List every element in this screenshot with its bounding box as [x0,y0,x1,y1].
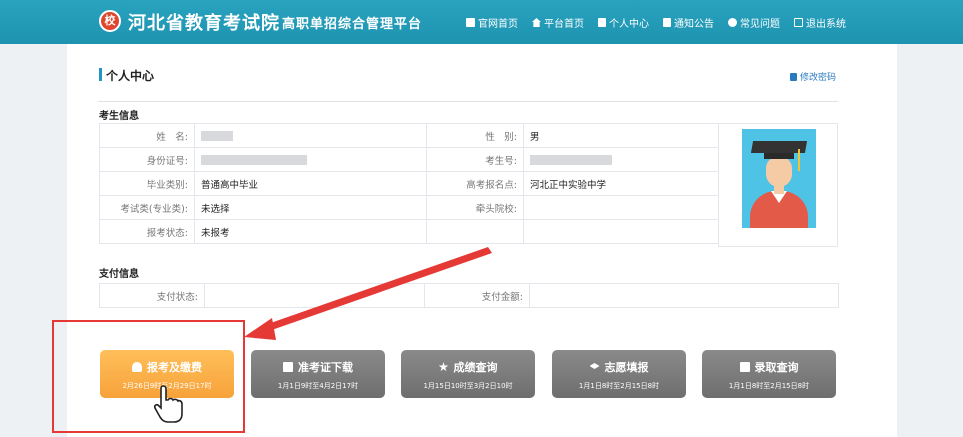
hand-cursor-icon [153,385,183,423]
annotation-arrow [244,247,492,340]
